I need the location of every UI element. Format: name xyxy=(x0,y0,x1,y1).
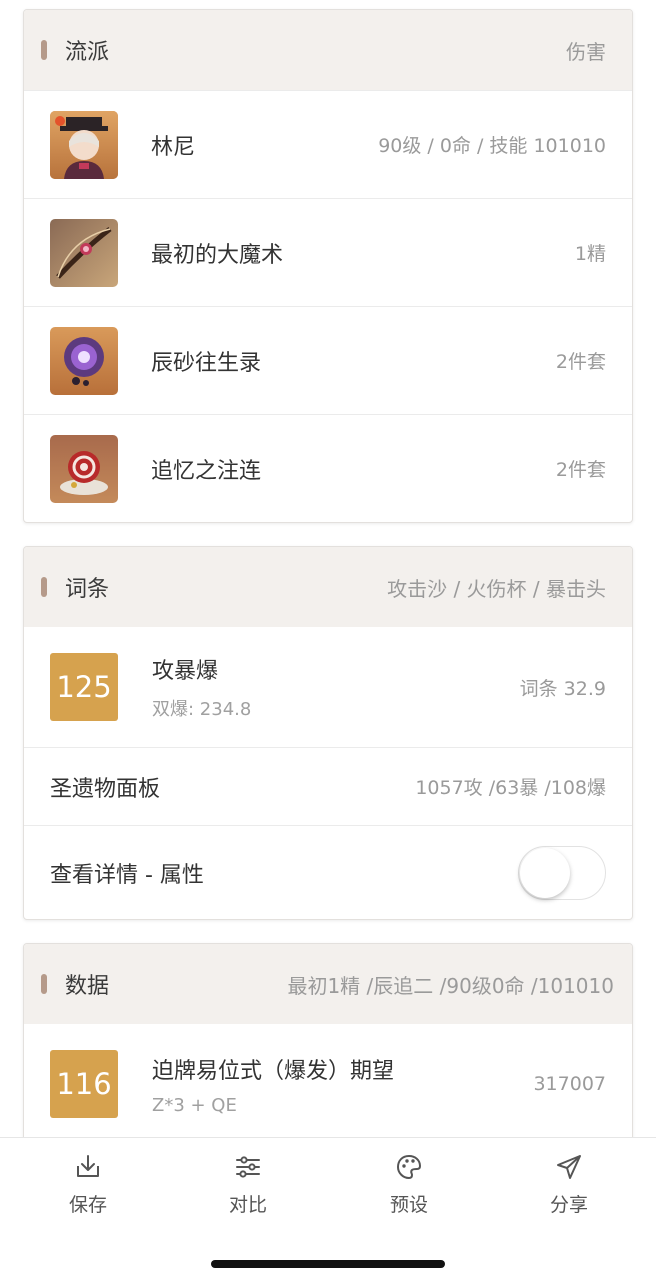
stats-card-extra: 攻击沙 / 火伤杯 / 暴击头 xyxy=(387,576,606,601)
tab-compare[interactable]: 对比 xyxy=(198,1152,298,1217)
stat-score-title: 攻暴爆 xyxy=(152,659,219,684)
details-toggle-switch[interactable] xyxy=(518,845,606,900)
artifact-set-name-1: 辰砂往生录 xyxy=(151,350,262,376)
artifact-set-count-2: 2件套 xyxy=(555,459,606,481)
weapon-refinement: 1精 xyxy=(574,243,606,265)
skill-score-badge: 116 xyxy=(50,1050,118,1118)
stat-score-text: 攻暴爆 双爆: 234.8 xyxy=(152,653,251,721)
toggle-knob xyxy=(520,847,570,898)
tab-presets-label: 预设 xyxy=(389,1194,428,1216)
character-stats: 90级 / 0命 / 技能 101010 xyxy=(378,135,606,157)
download-icon xyxy=(77,1155,99,1177)
stat-score-value: 词条 32.9 xyxy=(519,677,606,700)
artifact-panel-label: 圣遗物面板 xyxy=(50,776,161,802)
send-icon xyxy=(557,1155,581,1179)
home-indicator[interactable] xyxy=(211,1260,445,1268)
tab-share-label: 分享 xyxy=(549,1194,588,1216)
skill-title: 迫牌易位式（爆发）期望 xyxy=(152,1058,395,1084)
palette-icon xyxy=(397,1155,421,1179)
data-card-extra: 最初1精 /辰追二 /90级0命 /101010 xyxy=(287,973,614,998)
section-accent-bar xyxy=(41,40,47,60)
tab-compare-label: 对比 xyxy=(228,1194,267,1216)
artifact-set-count-1: 2件套 xyxy=(555,351,606,373)
weapon-row[interactable]: 最初的大魔术 1精 xyxy=(24,198,632,306)
skill-sub: Z*3 + QE xyxy=(152,1094,237,1116)
scroll-content[interactable]: 流派 伤害 林尼 90级 / 0命 / 技能 101010 最初的大魔术 1精 … xyxy=(0,0,656,1137)
artifact-flower-icon xyxy=(50,326,118,395)
stat-score-row[interactable]: 125 攻暴爆 双爆: 234.8 词条 32.9 xyxy=(24,627,632,747)
artifact-knot-icon xyxy=(50,434,118,503)
bow-weapon-icon xyxy=(50,218,118,287)
section-accent-bar xyxy=(41,577,47,597)
character-portrait-icon xyxy=(50,110,118,179)
build-card-header: 流派 伤害 xyxy=(24,10,632,90)
character-row[interactable]: 林尼 90级 / 0命 / 技能 101010 xyxy=(24,90,632,198)
build-card-extra: 伤害 xyxy=(566,39,606,64)
details-toggle-row: 查看详情 - 属性 xyxy=(24,825,632,919)
stat-score-sub: 双爆: 234.8 xyxy=(152,699,252,720)
stats-card: 词条 攻击沙 / 火伤杯 / 暴击头 125 攻暴爆 双爆: 234.8 词条 … xyxy=(23,546,633,920)
stats-card-title: 词条 xyxy=(65,577,110,602)
app-page: 流派 伤害 林尼 90级 / 0命 / 技能 101010 最初的大魔术 1精 … xyxy=(0,0,656,1280)
data-card-title: 数据 xyxy=(65,974,110,999)
character-name: 林尼 xyxy=(151,134,196,160)
artifact-set-row-1[interactable]: 辰砂往生录 2件套 xyxy=(24,306,632,414)
tab-presets[interactable]: 预设 xyxy=(359,1152,459,1217)
details-toggle-label: 查看详情 - 属性 xyxy=(50,862,204,888)
stat-score-badge: 125 xyxy=(50,653,118,721)
bottom-tab-bar: 保存 对比 预设 分享 xyxy=(0,1137,656,1280)
artifact-panel-value: 1057攻 /63暴 /108爆 xyxy=(415,777,606,799)
tab-save-label: 保存 xyxy=(68,1194,107,1216)
skill-damage-row[interactable]: 116 迫牌易位式（爆发）期望 Z*3 + QE 317007 xyxy=(24,1024,632,1137)
artifact-panel-row[interactable]: 圣遗物面板 1057攻 /63暴 /108爆 xyxy=(24,747,632,825)
sliders-icon xyxy=(236,1156,260,1178)
data-card: 数据 最初1精 /辰追二 /90级0命 /101010 116 迫牌易位式（爆发… xyxy=(23,943,633,1137)
build-card: 流派 伤害 林尼 90级 / 0命 / 技能 101010 最初的大魔术 1精 … xyxy=(23,9,633,523)
artifact-set-row-2[interactable]: 追忆之注连 2件套 xyxy=(24,414,632,522)
data-card-header: 数据 最初1精 /辰追二 /90级0命 /101010 xyxy=(24,944,632,1024)
build-card-title: 流派 xyxy=(65,40,110,65)
weapon-name: 最初的大魔术 xyxy=(151,242,284,268)
section-accent-bar xyxy=(41,974,47,994)
stats-card-header: 词条 攻击沙 / 火伤杯 / 暴击头 xyxy=(24,547,632,627)
skill-text: 迫牌易位式（爆发）期望 Z*3 + QE xyxy=(152,1053,394,1116)
artifact-set-name-2: 追忆之注连 xyxy=(151,458,262,484)
skill-damage-value: 317007 xyxy=(533,1073,606,1095)
tab-share[interactable]: 分享 xyxy=(519,1152,619,1217)
tab-save[interactable]: 保存 xyxy=(38,1152,138,1217)
